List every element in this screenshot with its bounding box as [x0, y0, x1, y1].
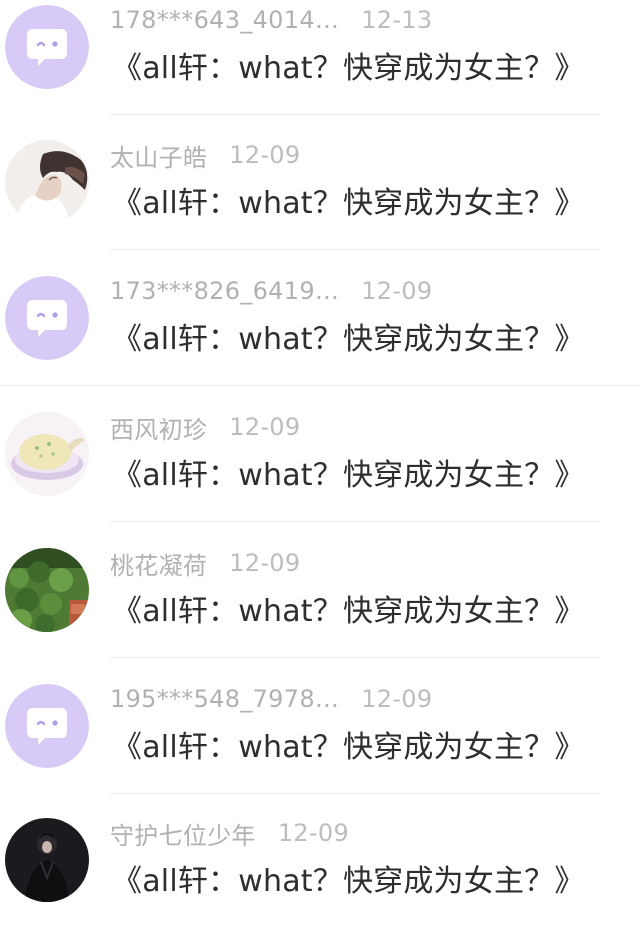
comment-item[interactable]: 195***548_7978… 12-09 《all轩：what？快穿成为女主？…	[0, 679, 640, 814]
dark-figure-avatar-icon[interactable]	[5, 818, 89, 902]
username[interactable]: 太山子皓	[110, 138, 207, 173]
comment-meta: 桃花凝荷 12-09	[110, 546, 300, 580]
comment-item[interactable]: 桃花凝荷 12-09 《all轩：what？快穿成为女主？》	[0, 543, 640, 678]
food-bowl-avatar-icon[interactable]	[5, 412, 89, 496]
divider	[0, 385, 640, 386]
book-title[interactable]: 《all轩：what？快穿成为女主？》	[112, 585, 585, 631]
book-title[interactable]: 《all轩：what？快穿成为女主？》	[112, 42, 585, 88]
book-title[interactable]: 《all轩：what？快穿成为女主？》	[112, 313, 585, 359]
comment-date: 12-09	[229, 549, 301, 577]
comment-item[interactable]: 173***826_6419… 12-09 《all轩：what？快穿成为女主？…	[0, 271, 640, 406]
comment-meta: 守护七位少年 12-09	[110, 816, 349, 850]
comment-date: 12-09	[361, 685, 433, 713]
username[interactable]: 195***548_7978…	[110, 685, 339, 713]
book-title[interactable]: 《all轩：what？快穿成为女主？》	[112, 721, 585, 767]
book-title[interactable]: 《all轩：what？快穿成为女主？》	[112, 855, 585, 901]
comment-meta: 173***826_6419… 12-09	[110, 274, 432, 308]
comment-date: 12-13	[361, 6, 433, 34]
divider	[110, 657, 600, 658]
divider	[110, 793, 600, 794]
username[interactable]: 178***643_4014…	[110, 6, 339, 34]
default-chat-avatar-icon[interactable]	[5, 684, 89, 768]
comment-date: 12-09	[361, 277, 433, 305]
default-chat-avatar-icon[interactable]	[5, 5, 89, 89]
comment-meta: 西风初珍 12-09	[110, 410, 300, 444]
divider	[110, 114, 600, 115]
username[interactable]: 173***826_6419…	[110, 277, 339, 305]
portrait-avatar-icon[interactable]	[5, 140, 89, 224]
comment-item[interactable]: 178***643_4014… 12-13 《all轩：what？快穿成为女主？…	[0, 0, 640, 135]
username[interactable]: 守护七位少年	[110, 816, 256, 851]
comment-item[interactable]: 西风初珍 12-09 《all轩：what？快穿成为女主？》	[0, 407, 640, 542]
comment-date: 12-09	[229, 141, 301, 169]
comment-date: 12-09	[277, 819, 350, 847]
comment-item[interactable]: 守护七位少年 12-09 《all轩：what？快穿成为女主？》	[0, 813, 640, 948]
book-title[interactable]: 《all轩：what？快穿成为女主？》	[112, 449, 585, 495]
comment-list: 178***643_4014… 12-13 《all轩：what？快穿成为女主？…	[0, 0, 640, 949]
comment-meta: 195***548_7978… 12-09	[110, 682, 432, 716]
comment-meta: 太山子皓 12-09	[110, 138, 300, 172]
username[interactable]: 西风初珍	[110, 410, 207, 445]
comment-item[interactable]: 太山子皓 12-09 《all轩：what？快穿成为女主？》	[0, 135, 640, 270]
default-chat-avatar-icon[interactable]	[5, 276, 89, 360]
ivy-wall-avatar-icon[interactable]	[5, 548, 89, 632]
divider	[110, 249, 600, 250]
comment-meta: 178***643_4014… 12-13	[110, 3, 432, 37]
divider	[110, 521, 600, 522]
username[interactable]: 桃花凝荷	[110, 546, 207, 581]
comment-date: 12-09	[229, 413, 301, 441]
book-title[interactable]: 《all轩：what？快穿成为女主？》	[112, 177, 585, 223]
